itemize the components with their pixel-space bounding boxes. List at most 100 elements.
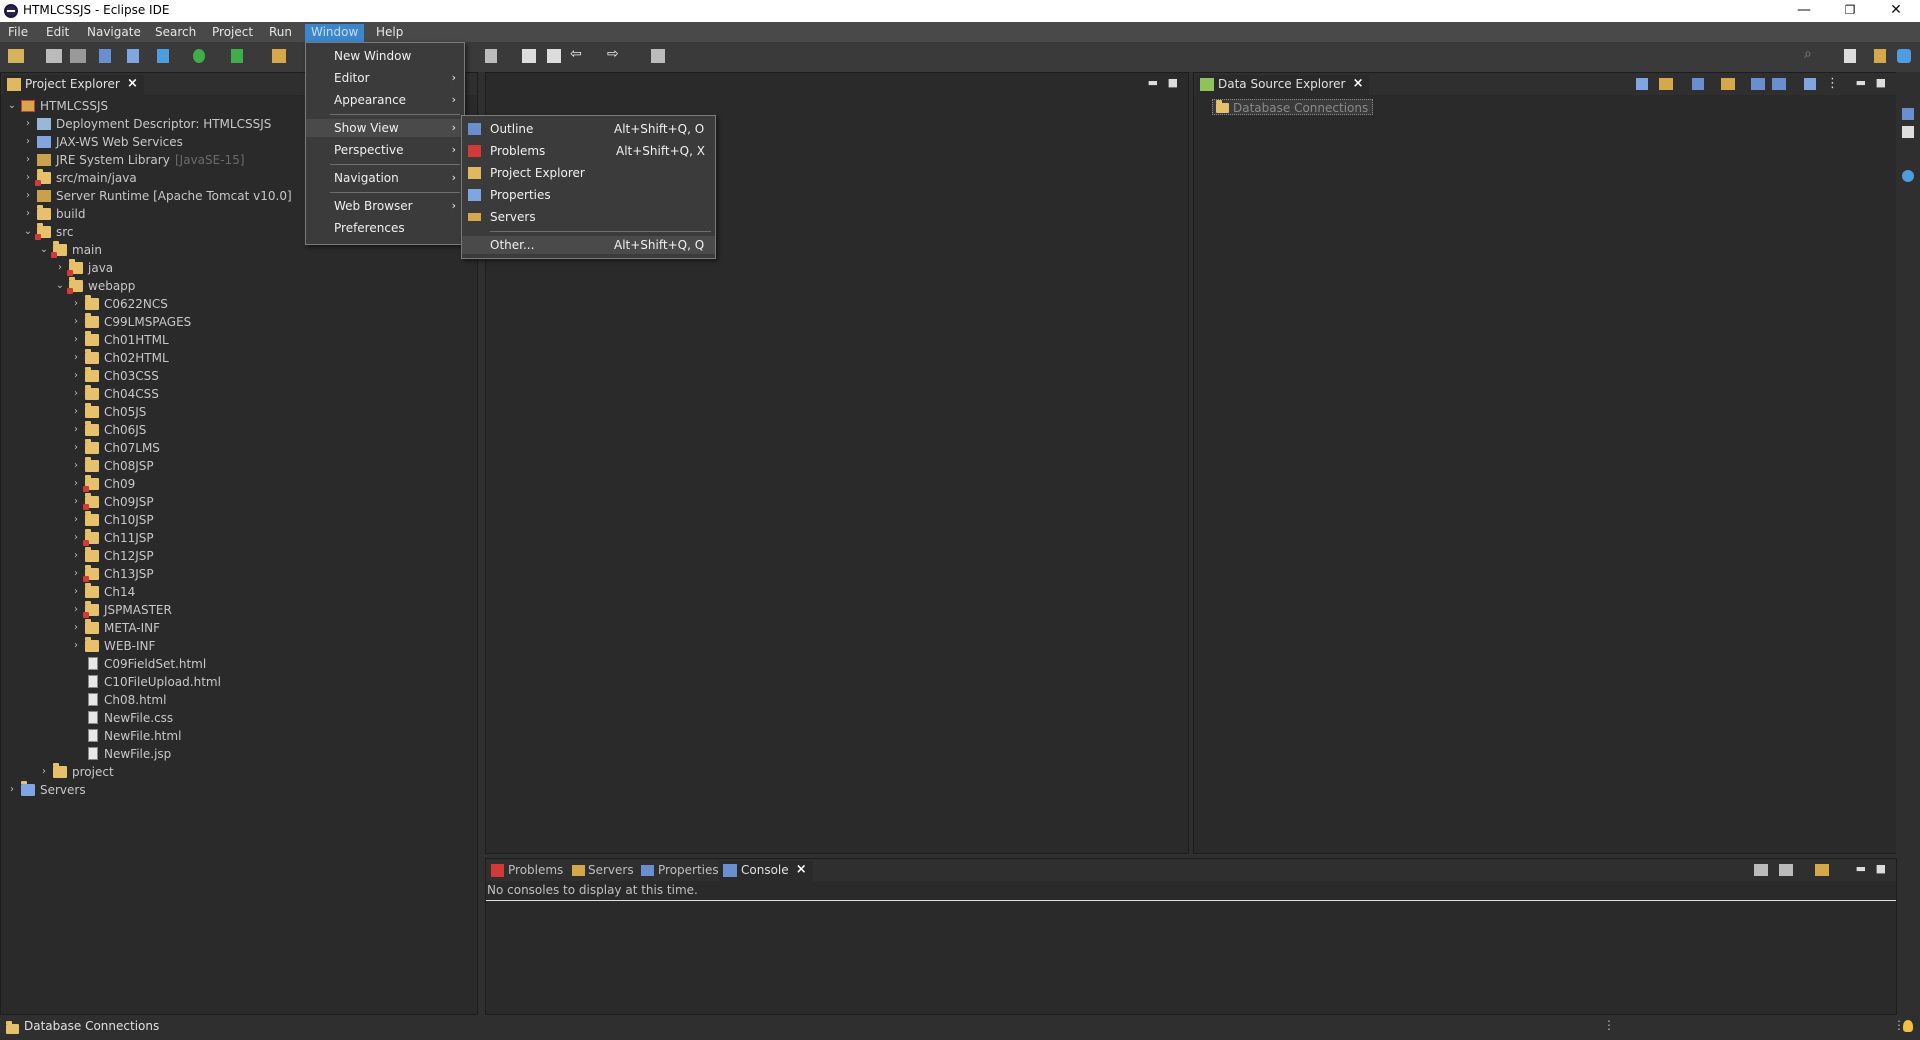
maximize-icon[interactable]: ■ — [1168, 76, 1178, 89]
tree-item[interactable]: › META-INF — [71, 619, 471, 637]
menu-navigate[interactable]: Navigate — [81, 24, 147, 42]
minimize-icon[interactable]: ▬ — [1856, 76, 1866, 89]
tab-properties[interactable]: Properties — [638, 861, 725, 881]
chevron-right-icon[interactable]: › — [55, 259, 65, 277]
chevron-right-icon[interactable]: › — [71, 637, 81, 655]
tree-item[interactable]: › Ch12JSP — [71, 547, 471, 565]
chevron-right-icon[interactable]: › — [71, 565, 81, 583]
tree-item[interactable]: › Servers — [7, 781, 471, 799]
help-icon[interactable] — [1902, 170, 1914, 182]
web-perspective-icon[interactable] — [1897, 49, 1911, 63]
tab-project-explorer[interactable]: Project Explorer × — [3, 75, 144, 95]
tab-problems[interactable]: Problems — [488, 861, 569, 881]
menu-item-perspective[interactable]: Perspective › — [306, 141, 464, 159]
tree-item[interactable]: NewFile.html — [71, 727, 471, 745]
skip-breakpoints-icon[interactable] — [127, 49, 139, 63]
view-menu-icon[interactable]: ⋮ — [1826, 76, 1842, 91]
sync-icon[interactable] — [1659, 78, 1673, 90]
tree-item[interactable]: › Ch13JSP — [71, 565, 471, 583]
menu-item-servers[interactable]: Servers — [462, 208, 715, 226]
tree-item[interactable]: › Ch08JSP — [71, 457, 471, 475]
import-icon[interactable] — [1751, 78, 1765, 90]
menu-file[interactable]: File — [2, 24, 34, 42]
chevron-right-icon[interactable]: › — [23, 115, 33, 133]
tree-item[interactable]: Ch08.html — [71, 691, 471, 709]
chevron-right-icon[interactable]: › — [71, 349, 81, 367]
maximize-icon[interactable]: ■ — [1876, 862, 1886, 875]
minimize-button[interactable]: — — [1781, 0, 1827, 22]
prev-annotation-icon[interactable] — [547, 49, 561, 63]
new-console-icon[interactable] — [1815, 864, 1829, 876]
back-icon[interactable]: ⇦ — [570, 46, 586, 62]
chevron-right-icon[interactable]: › — [71, 331, 81, 349]
menu-project[interactable]: Project — [206, 24, 259, 42]
chevron-right-icon[interactable]: › — [71, 367, 81, 385]
tree-item[interactable]: › Ch03CSS — [71, 367, 471, 385]
chevron-right-icon[interactable]: › — [71, 421, 81, 439]
tree-item[interactable]: › Ch09JSP — [71, 493, 471, 511]
close-icon[interactable]: × — [796, 861, 807, 879]
menu-run[interactable]: Run — [263, 24, 298, 42]
chevron-right-icon[interactable]: › — [71, 385, 81, 403]
chevron-right-icon[interactable]: › — [71, 619, 81, 637]
menu-item-outline[interactable]: Outline Alt+Shift+Q, O — [462, 120, 715, 138]
tree-item[interactable]: › Ch14 — [71, 583, 471, 601]
tree-item[interactable]: › java — [55, 259, 471, 277]
chevron-right-icon[interactable]: › — [71, 601, 81, 619]
chevron-down-icon[interactable]: ⌄ — [23, 223, 33, 241]
chevron-right-icon[interactable]: › — [71, 511, 81, 529]
tree-item[interactable]: › Ch06JS — [71, 421, 471, 439]
maximize-icon[interactable]: ■ — [1876, 76, 1886, 89]
tree-item[interactable]: › C0622NCS — [71, 295, 471, 313]
task-list-icon[interactable] — [1902, 126, 1914, 138]
minimize-icon[interactable]: ▬ — [1148, 76, 1158, 89]
tree-item[interactable]: › Ch09 — [71, 475, 471, 493]
brush-icon[interactable] — [272, 49, 286, 63]
connect-icon[interactable] — [1721, 78, 1735, 90]
menu-item-navigation[interactable]: Navigation › — [306, 169, 464, 187]
close-icon[interactable]: × — [1353, 75, 1364, 93]
last-edit-icon[interactable] — [485, 49, 497, 63]
menu-item-project-explorer[interactable]: Project Explorer — [462, 164, 715, 182]
open-console-icon[interactable] — [1779, 864, 1793, 876]
new-connection-icon[interactable] — [1636, 78, 1648, 90]
chevron-right-icon[interactable]: › — [71, 547, 81, 565]
chevron-right-icon[interactable]: › — [71, 583, 81, 601]
chevron-right-icon[interactable]: › — [71, 403, 81, 421]
menu-item-preferences[interactable]: Preferences — [306, 219, 464, 237]
close-button[interactable]: ✕ — [1873, 0, 1919, 22]
export-icon[interactable] — [1772, 78, 1786, 90]
tree-item[interactable]: › Ch11JSP — [71, 529, 471, 547]
next-annotation-icon[interactable] — [522, 49, 536, 63]
search-icon[interactable]: ⌕ — [1804, 46, 1820, 62]
tree-icon[interactable] — [1692, 78, 1704, 90]
menu-item-other[interactable]: Other... Alt+Shift+Q, Q — [462, 236, 715, 254]
chevron-right-icon[interactable]: › — [71, 475, 81, 493]
tree-item[interactable]: › C99LMSPAGES — [71, 313, 471, 331]
menu-edit[interactable]: Edit — [40, 24, 75, 42]
tree-item[interactable]: › Ch02HTML — [71, 349, 471, 367]
tree-item[interactable]: › Ch07LMS — [71, 439, 471, 457]
java-ee-perspective-icon[interactable] — [1874, 49, 1886, 63]
tab-console[interactable]: Console × — [719, 861, 813, 881]
tree-item[interactable]: C09FieldSet.html — [71, 655, 471, 673]
chevron-right-icon[interactable]: › — [23, 205, 33, 223]
tree-item[interactable]: › Ch01HTML — [71, 331, 471, 349]
save-all-icon[interactable] — [70, 49, 86, 63]
chevron-right-icon[interactable]: › — [23, 187, 33, 205]
chevron-right-icon[interactable]: › — [71, 529, 81, 547]
menu-item-properties[interactable]: Properties — [462, 186, 715, 204]
chevron-right-icon[interactable]: › — [23, 151, 33, 169]
tree-item[interactable]: › Ch05JS — [71, 403, 471, 421]
collapse-icon[interactable] — [1804, 78, 1816, 90]
chevron-right-icon[interactable]: › — [39, 763, 49, 781]
new-icon[interactable] — [8, 49, 24, 63]
tree-item[interactable]: NewFile.jsp — [71, 745, 471, 763]
chevron-down-icon[interactable]: ⌄ — [39, 241, 49, 259]
chevron-right-icon[interactable]: › — [7, 781, 17, 799]
debug-icon[interactable] — [157, 49, 169, 63]
chevron-right-icon[interactable]: › — [71, 295, 81, 313]
chevron-down-icon[interactable]: ⌄ — [55, 277, 65, 295]
tree-item[interactable]: › Ch10JSP — [71, 511, 471, 529]
chevron-right-icon[interactable]: › — [23, 133, 33, 151]
